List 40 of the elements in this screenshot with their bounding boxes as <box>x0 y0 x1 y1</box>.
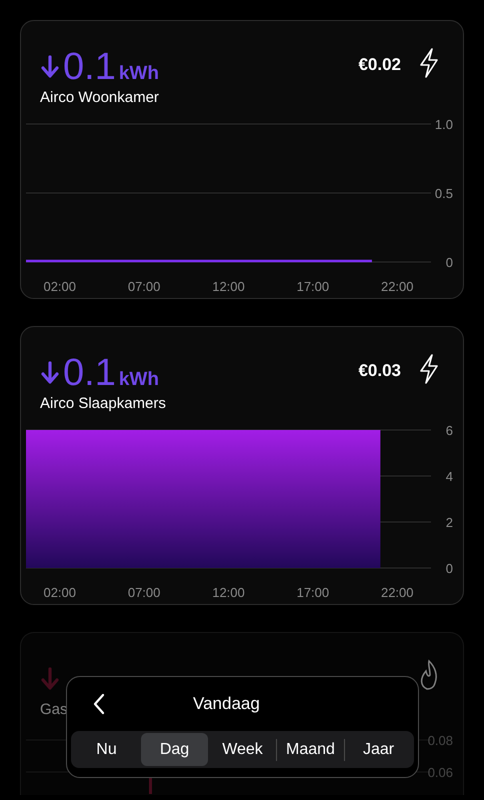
axis-label: 0.08 <box>428 733 453 748</box>
axis-label: 07:00 <box>128 585 160 600</box>
cost-label: €0.02 <box>358 55 401 75</box>
segment-tab[interactable]: Jaar <box>345 733 412 766</box>
back-button[interactable] <box>91 692 107 716</box>
axis-label: 17:00 <box>296 279 330 294</box>
axis-label: 0 <box>446 561 453 576</box>
segment-tab[interactable]: Dag <box>141 733 208 766</box>
usage-unit: kWh <box>118 369 159 391</box>
axis-label: 0 <box>446 255 453 270</box>
down-arrow-icon <box>40 55 60 79</box>
axis-label: 1.0 <box>434 117 453 132</box>
axis-label: 17:00 <box>296 585 330 600</box>
axis-label: 0.5 <box>434 186 453 201</box>
axis-label: 22:00 <box>380 279 414 294</box>
axis-label: 12:00 <box>212 585 245 600</box>
period-title: Vandaag <box>193 694 260 714</box>
axis-label: 4 <box>446 469 453 484</box>
segment-tab[interactable]: Week <box>209 733 276 766</box>
segment-tab[interactable]: Nu <box>73 733 140 766</box>
device-name: Airco Woonkamer <box>40 89 159 106</box>
axis-label: 12:00 <box>212 279 245 294</box>
axis-label: 0.06 <box>428 765 453 780</box>
axis-label: 07:00 <box>128 279 160 294</box>
axis-label: 22:00 <box>380 585 414 600</box>
down-arrow-icon <box>40 361 60 385</box>
axis-label: 6 <box>446 423 453 438</box>
axis-label: 02:00 <box>43 279 76 294</box>
device-name: Airco Slaapkamers <box>40 395 166 412</box>
usage-value: 0.1 <box>63 47 116 87</box>
usage-unit: kWh <box>118 63 159 85</box>
cost-label: €0.03 <box>358 361 401 381</box>
lightning-icon <box>417 47 441 79</box>
lightning-icon <box>417 353 441 385</box>
usage-value: 0.1 <box>63 353 116 393</box>
axis-label: 2 <box>446 515 453 530</box>
segment-tab[interactable]: Maand <box>277 733 344 766</box>
down-arrow-icon <box>40 667 60 691</box>
axis-label: 02:00 <box>43 585 76 600</box>
device-name: Gas <box>40 701 68 718</box>
